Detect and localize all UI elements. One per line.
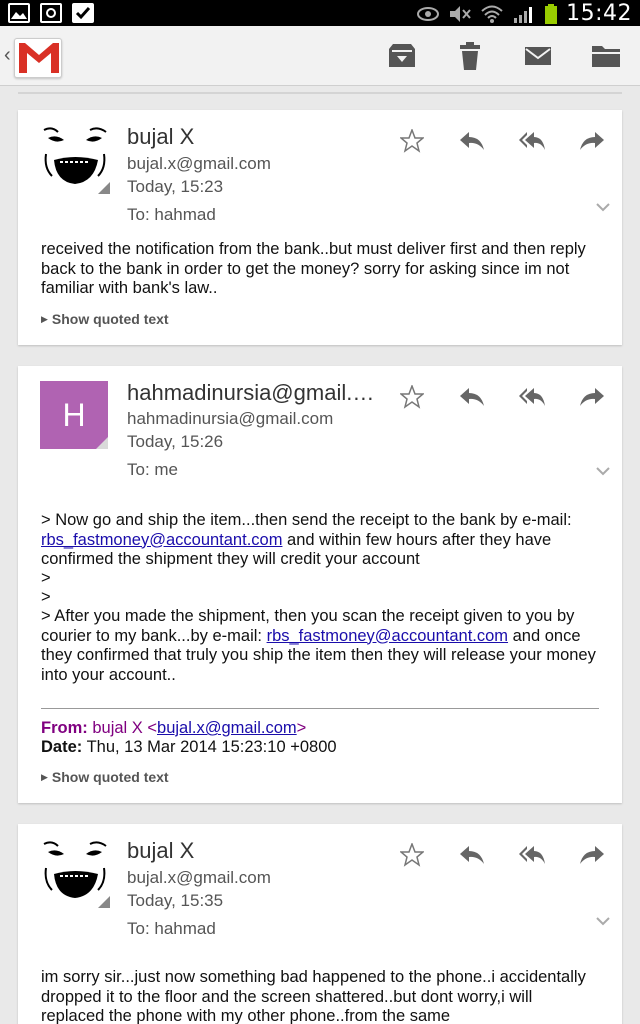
wifi-icon bbox=[480, 4, 504, 24]
reply-button[interactable] bbox=[442, 840, 502, 870]
avatar[interactable]: H bbox=[40, 381, 108, 449]
show-quoted-label: Show quoted text bbox=[51, 311, 169, 327]
show-quoted-text[interactable]: ▶ Show quoted text bbox=[41, 311, 169, 327]
message-body: im sorry sir...just now something bad ha… bbox=[41, 968, 586, 1024]
checkbox-notification-icon bbox=[72, 3, 94, 23]
signal-icon bbox=[512, 4, 536, 24]
show-quoted-label: Show quoted text bbox=[51, 769, 169, 785]
forward-button[interactable] bbox=[562, 382, 622, 412]
reply-all-button[interactable] bbox=[502, 382, 562, 412]
date-value: Thu, 13 Mar 2014 15:23:10 +0800 bbox=[86, 738, 337, 756]
reply-all-button[interactable] bbox=[502, 126, 562, 156]
star-icon bbox=[400, 129, 424, 153]
move-to-folder-icon bbox=[592, 46, 620, 67]
message-card: bujal X bujal.x@gmail.com Today, 15:35 T… bbox=[18, 824, 622, 1024]
quote-marker: > bbox=[41, 588, 51, 606]
reply-all-button[interactable] bbox=[502, 840, 562, 870]
recipient: To: me bbox=[127, 460, 179, 479]
conversation-view[interactable]: bujal X bujal.x@gmail.com Today, 15:23 T… bbox=[0, 86, 640, 1024]
date-label: Date: bbox=[41, 738, 83, 756]
sender-name: hahmadinursia@gmail.c... bbox=[127, 380, 379, 405]
message-body: received the notification from the bank.… bbox=[41, 240, 586, 297]
reply-button[interactable] bbox=[442, 126, 502, 156]
star-button[interactable] bbox=[382, 382, 442, 412]
from-label: From: bbox=[41, 719, 88, 737]
quote-text: > Now go and ship the item...then send t… bbox=[41, 511, 572, 529]
gmail-logo[interactable] bbox=[14, 38, 62, 78]
message-card: bujal X bujal.x@gmail.com Today, 15:23 T… bbox=[18, 110, 622, 345]
reply-icon bbox=[460, 846, 484, 864]
from-email-link[interactable]: bujal.x@gmail.com bbox=[157, 719, 297, 737]
quoted-from: From: bujal X <bujal.x@gmail.com> bbox=[41, 719, 306, 738]
mark-unread-button[interactable] bbox=[504, 26, 572, 86]
reply-icon bbox=[460, 388, 484, 406]
chevron-down-icon[interactable] bbox=[596, 916, 610, 926]
forward-button[interactable] bbox=[562, 840, 622, 870]
star-button[interactable] bbox=[382, 126, 442, 156]
eye-icon bbox=[416, 4, 440, 24]
recipient: To: hahmad bbox=[127, 205, 216, 224]
message-card: H hahmadinursia@gmail.c... hahmadinursia… bbox=[18, 366, 622, 803]
message-date: Today, 15:23 bbox=[127, 177, 224, 196]
forward-icon bbox=[580, 388, 604, 406]
move-to-folder-button[interactable] bbox=[572, 26, 640, 86]
message-date: Today, 15:26 bbox=[127, 432, 224, 451]
forward-icon bbox=[580, 132, 604, 150]
star-button[interactable] bbox=[382, 840, 442, 870]
action-bar: ‹ bbox=[0, 26, 640, 86]
delete-button[interactable] bbox=[436, 26, 504, 86]
from-name: bujal X < bbox=[92, 719, 158, 737]
forward-button[interactable] bbox=[562, 126, 622, 156]
chevron-down-icon[interactable] bbox=[596, 466, 610, 476]
delete-icon bbox=[460, 42, 480, 70]
back-caret-icon[interactable]: ‹ bbox=[4, 44, 11, 67]
from-close: > bbox=[296, 719, 307, 737]
mute-icon bbox=[448, 4, 472, 24]
email-link[interactable]: rbs_fastmoney@accountant.com bbox=[41, 531, 282, 549]
reply-all-icon bbox=[519, 132, 545, 150]
quote-marker: > bbox=[41, 569, 51, 587]
recipient: To: hahmad bbox=[127, 919, 216, 938]
sender-email: bujal.x@gmail.com bbox=[127, 154, 271, 173]
battery-icon bbox=[544, 3, 558, 24]
forward-icon bbox=[580, 846, 604, 864]
camera-notification-icon bbox=[40, 3, 62, 23]
quoted-paragraph: > After you made the shipment, then you … bbox=[41, 607, 599, 685]
message-date: Today, 15:35 bbox=[127, 891, 224, 910]
gallery-notification-icon bbox=[8, 3, 30, 23]
clock: 15:42 bbox=[566, 1, 632, 26]
email-link[interactable]: rbs_fastmoney@accountant.com bbox=[267, 627, 508, 645]
sender-email: hahmadinursia@gmail.com bbox=[127, 409, 334, 428]
quoted-date: Date: Thu, 13 Mar 2014 15:23:10 +0800 bbox=[41, 738, 337, 757]
reply-button[interactable] bbox=[442, 382, 502, 412]
reply-all-icon bbox=[519, 388, 545, 406]
reply-all-icon bbox=[519, 846, 545, 864]
mark-unread-icon bbox=[525, 47, 551, 65]
archive-icon bbox=[389, 44, 415, 67]
quoted-paragraph: > Now go and ship the item...then send t… bbox=[41, 511, 599, 570]
avatar-letter: H bbox=[62, 396, 86, 433]
star-icon bbox=[400, 385, 424, 409]
star-icon bbox=[400, 843, 424, 867]
avatar[interactable] bbox=[40, 838, 110, 908]
avatar[interactable] bbox=[40, 124, 110, 194]
sender-email: bujal.x@gmail.com bbox=[127, 868, 271, 887]
reply-icon bbox=[460, 132, 484, 150]
status-bar: 15:42 bbox=[0, 0, 640, 26]
chevron-down-icon[interactable] bbox=[596, 202, 610, 212]
divider bbox=[18, 92, 622, 94]
archive-button[interactable] bbox=[368, 26, 436, 86]
show-quoted-text[interactable]: ▶ Show quoted text bbox=[41, 769, 169, 785]
quote-divider bbox=[41, 708, 599, 709]
sender-name: bujal X bbox=[127, 838, 195, 863]
sender-name: bujal X bbox=[127, 124, 195, 149]
